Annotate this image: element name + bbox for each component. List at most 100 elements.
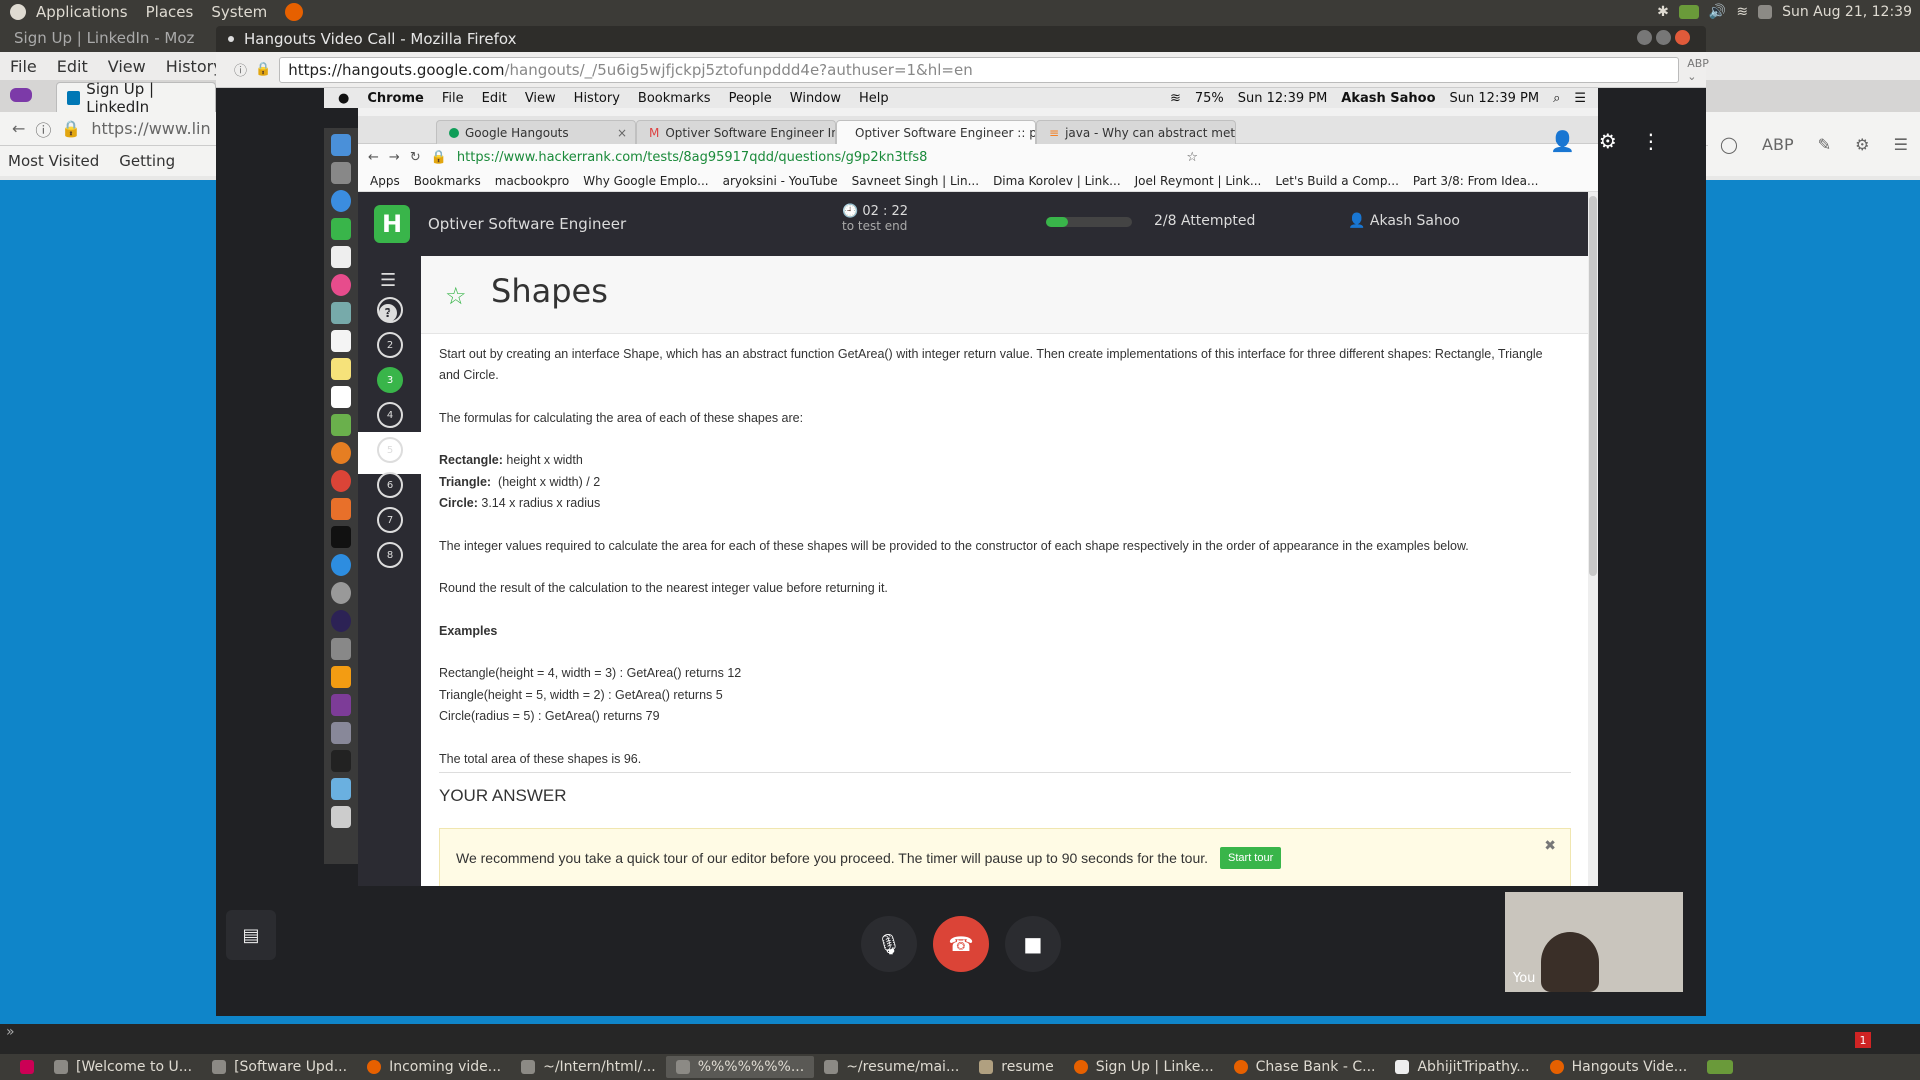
spotlight-icon[interactable]: ⌕: [1553, 91, 1560, 106]
file-menu[interactable]: File: [10, 57, 37, 76]
bookmark-joel[interactable]: Joel Reymont | Link...: [1135, 174, 1262, 188]
user-menu[interactable]: 👤 Akash Sahoo: [1348, 213, 1460, 229]
system-menu[interactable]: System: [211, 3, 267, 21]
hackerrank-logo[interactable]: H: [374, 205, 410, 243]
taskbar-item[interactable]: AbhijitTripathy...: [1385, 1056, 1539, 1078]
minimize-button[interactable]: [1637, 30, 1652, 45]
clock[interactable]: Sun Aug 21, 12:39: [1782, 4, 1912, 20]
taskbar-item[interactable]: ~/resume/mai...: [814, 1056, 969, 1078]
getting-started-bookmark[interactable]: Getting: [119, 152, 175, 170]
bookmark-youtube[interactable]: aryoksini - YouTube: [723, 174, 838, 188]
taskbar-item[interactable]: resume: [969, 1056, 1063, 1078]
apple-icon[interactable]: ●: [338, 91, 349, 106]
bookmark-lets-build[interactable]: Let's Build a Comp...: [1275, 174, 1399, 188]
chrome-icon[interactable]: [331, 470, 351, 492]
places-menu[interactable]: Places: [146, 3, 194, 21]
maximize-button[interactable]: [1656, 30, 1671, 45]
info-icon[interactable]: ⓘ: [234, 60, 247, 79]
bluetooth-icon[interactable]: ✱: [1657, 4, 1669, 20]
self-video-thumbnail[interactable]: You: [1505, 892, 1683, 992]
adblock-icon[interactable]: ABP: [1762, 135, 1794, 154]
tab-close-icon[interactable]: ×: [617, 126, 627, 140]
taskbar-item[interactable]: [Welcome to U...: [44, 1056, 202, 1078]
taskbar-item[interactable]: Incoming vide...: [357, 1056, 511, 1078]
question-number-7[interactable]: 7: [377, 507, 403, 533]
firefox-launcher-icon[interactable]: [285, 3, 304, 21]
view-menu[interactable]: View: [108, 57, 146, 76]
calendar-date-icon[interactable]: [331, 330, 351, 352]
tab-java-question[interactable]: ≡ java - Why can abstract meth×: [1036, 120, 1236, 144]
background-url[interactable]: https://www.lin: [91, 119, 210, 138]
adblock-icon[interactable]: ABP ⌄: [1687, 57, 1709, 83]
ibooks-icon[interactable]: [331, 498, 351, 520]
start-tour-button[interactable]: Start tour: [1220, 847, 1282, 869]
terminal-icon[interactable]: [331, 526, 351, 548]
wifi-icon[interactable]: ≋: [1736, 4, 1748, 20]
bookmark-apps[interactable]: Apps: [370, 174, 400, 188]
taskbar-item[interactable]: %%%%%%%...: [665, 1056, 815, 1078]
bookmark-macbookpro[interactable]: macbookpro: [495, 174, 570, 188]
mac-clock-2[interactable]: Sun 12:39 PM: [1450, 91, 1540, 106]
finder-icon[interactable]: [331, 134, 351, 156]
network-monitor-icon[interactable]: [1678, 5, 1699, 19]
reload-icon[interactable]: ↻: [410, 150, 421, 165]
extension-icon[interactable]: ⚙: [1855, 135, 1869, 154]
question-number-8[interactable]: 8: [377, 542, 403, 568]
edit-menu[interactable]: Edit: [57, 57, 88, 76]
question-list-icon[interactable]: ☰: [380, 270, 396, 291]
eclipse-icon[interactable]: [331, 610, 351, 632]
bookmark-part-3[interactable]: Part 3/8: From Idea...: [1413, 174, 1539, 188]
system-preferences-icon[interactable]: [331, 582, 351, 604]
taskbar-item[interactable]: ~/Intern/html/...: [511, 1056, 666, 1078]
taskbar-item[interactable]: Sign Up | Linke...: [1064, 1056, 1224, 1078]
notification-center-icon[interactable]: ☰: [1574, 91, 1586, 106]
back-icon[interactable]: ←: [12, 119, 25, 138]
close-tour-icon[interactable]: ✖: [1544, 837, 1556, 854]
mac-clock[interactable]: Sun 12:39 PM: [1238, 91, 1328, 106]
question-number-3[interactable]: 3: [377, 367, 403, 393]
mac-edit-menu[interactable]: Edit: [482, 91, 507, 106]
history-menu[interactable]: History: [166, 57, 223, 76]
safari-icon[interactable]: [331, 190, 351, 212]
pen-icon[interactable]: ✎: [1818, 135, 1831, 154]
notification-badge[interactable]: 1: [1855, 1032, 1871, 1048]
most-visited-bookmark[interactable]: Most Visited: [8, 152, 99, 170]
mute-mic-button[interactable]: 🎙: [861, 916, 917, 972]
bookmark-bookmarks[interactable]: Bookmarks: [414, 174, 481, 188]
photos-icon[interactable]: [331, 442, 351, 464]
linkedin-tab[interactable]: Sign Up | LinkedIn: [56, 80, 216, 116]
mac-bookmarks-menu[interactable]: Bookmarks: [638, 91, 711, 106]
preview-icon[interactable]: [331, 302, 351, 324]
bookmark-why-google[interactable]: Why Google Emplo...: [583, 174, 708, 188]
settings-gear-icon[interactable]: ⚙: [1599, 129, 1617, 153]
taskbar-item[interactable]: Hangouts Vide...: [1540, 1056, 1698, 1078]
close-button[interactable]: [1675, 30, 1690, 45]
mac-file-menu[interactable]: File: [442, 91, 464, 106]
hangouts-url-input[interactable]: https://hangouts.google.com /hangouts/_/…: [279, 56, 1680, 83]
mac-view-menu[interactable]: View: [525, 91, 556, 106]
bookmark-star-icon[interactable]: ☆: [445, 282, 467, 310]
question-number-2[interactable]: 2: [377, 332, 403, 358]
wifi-icon[interactable]: ≋: [1170, 91, 1181, 106]
chrome-app-menu[interactable]: Chrome: [367, 91, 424, 106]
chrome-scrollbar[interactable]: [1588, 192, 1598, 886]
sublime-icon[interactable]: [331, 638, 351, 660]
question-number-1[interactable]: 1: [377, 297, 403, 323]
show-desktop-button[interactable]: [10, 1056, 44, 1078]
mac-people-menu[interactable]: People: [729, 91, 772, 106]
scrollbar-thumb[interactable]: [1589, 196, 1597, 576]
add-person-icon[interactable]: 👤: [1550, 129, 1575, 153]
bookmark-savneet[interactable]: Savneet Singh | Lin...: [852, 174, 979, 188]
applications-menu[interactable]: Applications: [36, 3, 128, 21]
bookmark-star-icon[interactable]: ☆: [1186, 150, 1198, 165]
battery-level[interactable]: 75%: [1195, 91, 1224, 106]
back-icon[interactable]: ←: [368, 150, 379, 165]
ubuntu-logo-icon[interactable]: [10, 4, 26, 20]
taskbar-item[interactable]: Chase Bank - C...: [1224, 1056, 1386, 1078]
question-number-6[interactable]: 6: [377, 472, 403, 498]
more-options-icon[interactable]: ⋮: [1641, 129, 1661, 153]
textedit-icon[interactable]: [331, 386, 351, 408]
itunes-icon[interactable]: [331, 274, 351, 296]
toggle-camera-button[interactable]: ■: [1005, 916, 1061, 972]
archive-icon[interactable]: [331, 722, 351, 744]
